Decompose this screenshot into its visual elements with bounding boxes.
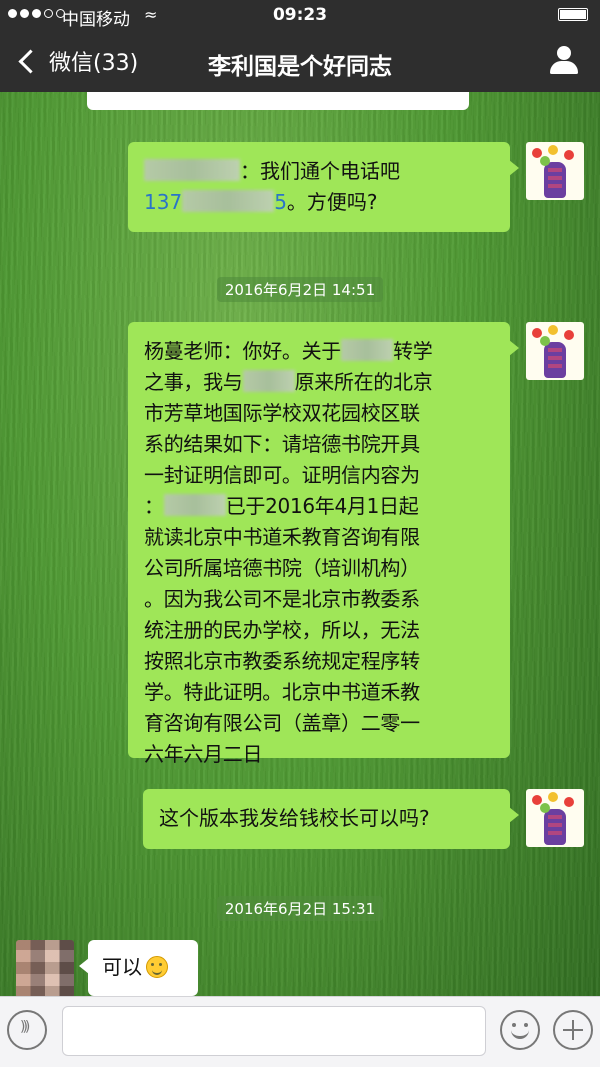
smile-emoji-icon <box>146 956 168 978</box>
message-bubble-incoming[interactable]: 可以 <box>79 940 198 996</box>
battery-icon <box>558 8 588 21</box>
timestamp: 2016年6月2日 14:51 <box>0 277 600 302</box>
redacted-name <box>163 494 226 516</box>
back-label: 微信(33) <box>49 51 139 76</box>
chevron-left-icon <box>18 48 43 74</box>
redacted-name <box>242 370 295 392</box>
message-bubble-outgoing[interactable]: 这个版本我发给钱校长可以吗? <box>143 789 519 849</box>
message-text: ：我们通个电话吧 <box>240 159 400 183</box>
message-input[interactable] <box>62 1006 486 1056</box>
input-bar <box>0 996 600 1067</box>
plus-icon[interactable] <box>553 1010 593 1050</box>
person-icon[interactable] <box>548 46 580 76</box>
redacted-name <box>144 159 240 181</box>
message-text: 这个版本我发给钱校长可以吗? <box>159 806 430 830</box>
timestamp: 2016年6月2日 15:31 <box>0 896 600 921</box>
message-bubble-partial[interactable] <box>87 92 469 110</box>
clock: 09:23 <box>272 5 328 25</box>
back-button[interactable]: 微信(33) <box>16 30 138 92</box>
contact-avatar[interactable] <box>16 940 74 998</box>
nav-bar: 微信(33) 李利国是个好同志 <box>0 30 600 92</box>
my-avatar[interactable] <box>526 789 584 847</box>
phone-link[interactable]: 137 5 <box>144 190 287 214</box>
message-text: 可以 <box>102 955 142 979</box>
message-text: 。方便吗? <box>286 190 378 214</box>
my-avatar[interactable] <box>526 142 584 200</box>
message-bubble-outgoing[interactable]: ：我们通个电话吧 137 5。方便吗? <box>128 142 519 232</box>
redacted-name <box>341 339 393 361</box>
message-bubble-outgoing[interactable]: 杨蔓老师：你好。关于 转学 之事，我与 原来所在的北京 市芳草地国际学校双花园校区联… <box>128 322 519 766</box>
emoji-icon[interactable] <box>500 1010 540 1050</box>
voice-icon[interactable] <box>7 1010 47 1050</box>
my-avatar[interactable] <box>526 322 584 380</box>
redacted-phone <box>182 190 275 212</box>
status-bar: 中国移动 ≈ 09:23 <box>0 0 600 30</box>
message-list[interactable]: ：我们通个电话吧 137 5。方便吗? 2016年6月2日 14:51 杨蔓老师：… <box>0 92 600 998</box>
